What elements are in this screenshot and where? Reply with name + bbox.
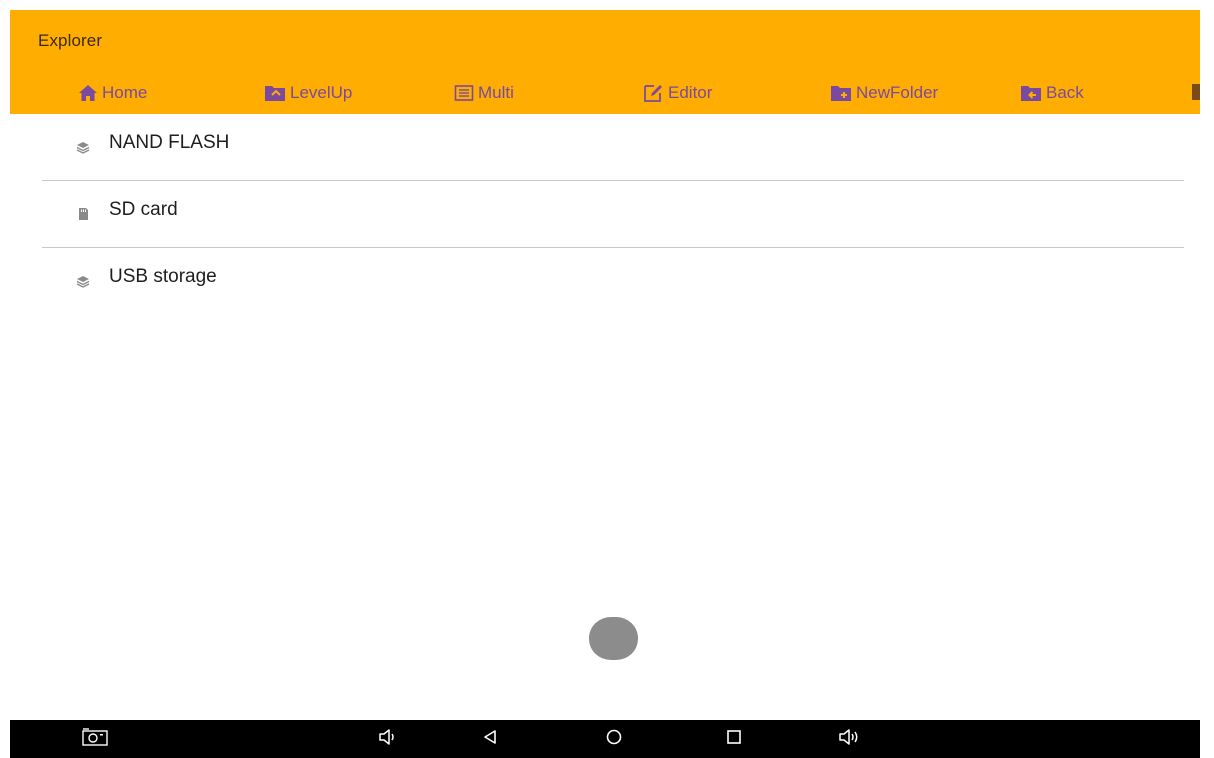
volume-up-icon (837, 727, 861, 752)
volume-down-button[interactable] (367, 720, 407, 758)
home-button-label: Home (102, 83, 148, 102)
recents-icon (725, 728, 743, 751)
back-folder-button-label: Back (1046, 83, 1084, 102)
recents-nav-button[interactable] (714, 720, 754, 758)
screenshot-button[interactable] (75, 720, 115, 758)
storage-item-usb-storage[interactable]: USB storage (42, 248, 1184, 314)
home-circle-icon (605, 728, 623, 751)
app-title: Explorer (38, 31, 103, 50)
screen: Explorer Home LevelUp Multi Editor NewFo… (0, 0, 1214, 758)
newfolder-button[interactable]: NewFolder (830, 76, 938, 110)
folder-up-icon (264, 84, 286, 102)
levelup-button-label: LevelUp (290, 83, 353, 102)
system-navigation-bar (10, 720, 1200, 758)
home-button[interactable]: Home (78, 76, 147, 110)
storage-item-label: USB storage (109, 266, 217, 287)
new-folder-icon (830, 84, 852, 102)
storage-item-label: SD card (109, 199, 178, 220)
edit-icon (642, 83, 664, 103)
editor-button[interactable]: Editor (642, 76, 712, 110)
newfolder-button-label: NewFolder (856, 83, 939, 102)
editor-button-label: Editor (668, 83, 713, 102)
storage-item-sd-card[interactable]: SD card (42, 181, 1184, 248)
app-header: Explorer Home LevelUp Multi Editor NewFo… (10, 10, 1200, 114)
volume-down-icon (377, 727, 397, 752)
volume-up-button[interactable] (829, 720, 869, 758)
sd-card-icon (76, 207, 90, 221)
multi-select-icon (454, 84, 474, 102)
levelup-button[interactable]: LevelUp (264, 76, 352, 110)
multi-button-label: Multi (478, 83, 514, 102)
back-folder-button[interactable]: Back (1020, 76, 1084, 110)
toolbar: Home LevelUp Multi Editor NewFolder Back (10, 76, 1200, 110)
storage-stack-icon (76, 274, 90, 288)
multi-button[interactable]: Multi (454, 76, 514, 110)
storage-list: NAND FLASH SD card USB storage (42, 114, 1184, 314)
back-icon (481, 728, 499, 751)
home-nav-button[interactable] (594, 720, 634, 758)
storage-item-label: NAND FLASH (109, 132, 230, 153)
back-nav-button[interactable] (470, 720, 510, 758)
storage-item-nand-flash[interactable]: NAND FLASH (42, 114, 1184, 181)
storage-stack-icon (76, 140, 90, 154)
folder-back-icon (1020, 84, 1042, 102)
floating-action-button[interactable] (589, 617, 638, 660)
home-icon (78, 84, 98, 102)
toolbar-overflow-edge (1192, 84, 1200, 100)
screenshot-icon (81, 727, 109, 752)
